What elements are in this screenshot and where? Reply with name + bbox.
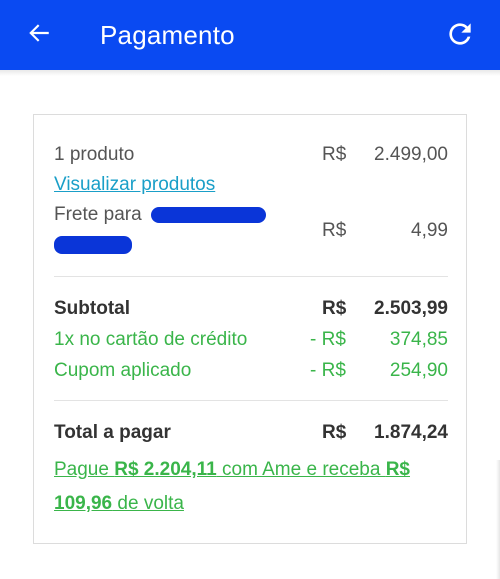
total-amount: 1.874,24 — [374, 422, 448, 443]
promo-middle: com Ame e receba — [216, 459, 386, 480]
divider — [54, 276, 448, 277]
total-currency: R$ — [322, 422, 347, 443]
payment-summary-card: 1 produto R$ 2.499,00 Visualizar produto… — [33, 114, 467, 544]
app-bar-shadow — [0, 70, 500, 76]
coupon-currency: - R$ — [310, 360, 346, 381]
ame-cashback-promo: Pague R$ 2.204,11 com Ame e receba R$ 10… — [54, 453, 448, 521]
subtotal-amount: 2.503,99 — [374, 298, 448, 319]
subtotal-currency: R$ — [322, 298, 347, 319]
refresh-icon[interactable] — [444, 18, 476, 50]
card-discount-currency: - R$ — [310, 329, 346, 350]
divider — [54, 400, 448, 401]
ame-promo-link[interactable]: Pague R$ 2.204,11 com Ame e receba R$ 10… — [54, 459, 410, 514]
card-discount-label: 1x no cartão de crédito — [54, 329, 248, 350]
redacted-address-mark-2 — [54, 236, 132, 254]
products-label: 1 produto — [54, 144, 135, 165]
redacted-address-mark — [151, 207, 266, 223]
products-currency: R$ — [322, 144, 347, 165]
coupon-label: Cupom aplicado — [54, 360, 192, 381]
products-amount: 2.499,00 — [374, 144, 448, 165]
view-products-link[interactable]: Visualizar produtos — [54, 173, 215, 197]
arrow-left-icon[interactable] — [26, 20, 52, 46]
shipping-currency: R$ — [322, 220, 347, 241]
promo-prefix: Pague — [54, 459, 115, 480]
promo-suffix: de volta — [112, 493, 184, 514]
total-label: Total a pagar — [54, 422, 171, 443]
coupon-amount: 254,90 — [389, 360, 448, 381]
promo-pay-amount: R$ 2.204,11 — [114, 459, 217, 480]
page-title: Pagamento — [100, 20, 235, 50]
subtotal-label: Subtotal — [54, 298, 130, 319]
shipping-amount: 4,99 — [411, 220, 448, 241]
shipping-label: Frete para — [54, 204, 142, 225]
right-edge-shadow — [496, 460, 500, 579]
card-discount-amount: 374,85 — [389, 329, 448, 350]
app-bar: Pagamento — [0, 0, 500, 70]
